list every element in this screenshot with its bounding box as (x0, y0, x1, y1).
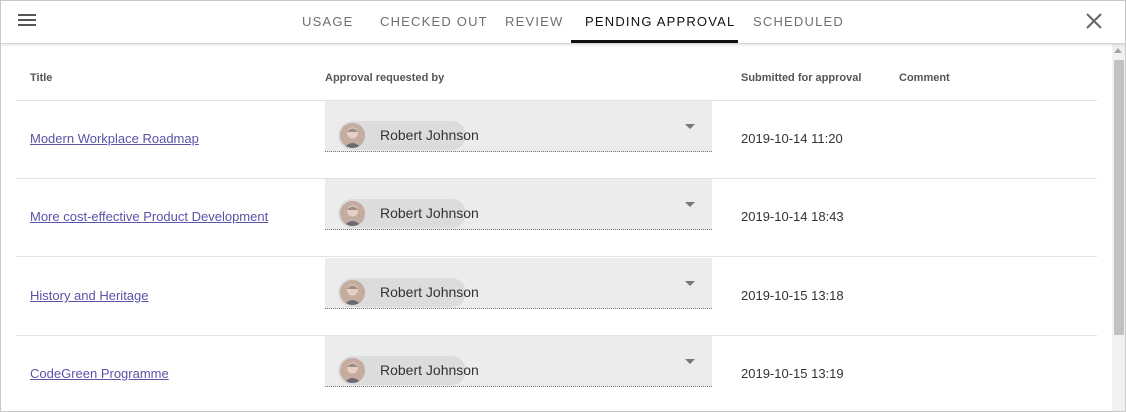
submitted-date: 2019-10-15 13:19 (741, 366, 844, 381)
user-name: Robert Johnson (380, 284, 479, 300)
tab-scheduled[interactable]: SCHEDULED (753, 1, 844, 42)
row-divider (16, 256, 1097, 257)
pending-approval-panel: USAGE CHECKED OUT REVIEW PENDING APPROVA… (0, 0, 1126, 412)
item-title-link[interactable]: Modern Workplace Roadmap (30, 131, 199, 146)
active-tab-indicator (571, 40, 738, 43)
chevron-down-icon (685, 124, 695, 129)
submitted-date: 2019-10-15 13:18 (741, 288, 844, 303)
avatar (340, 201, 365, 226)
user-name: Robert Johnson (380, 362, 479, 378)
user-name: Robert Johnson (380, 127, 479, 143)
close-icon[interactable] (1085, 12, 1103, 30)
chevron-down-icon (685, 281, 695, 286)
scroll-up-icon[interactable] (1114, 48, 1122, 53)
item-title-link[interactable]: CodeGreen Programme (30, 366, 169, 381)
tab-header: USAGE CHECKED OUT REVIEW PENDING APPROVA… (1, 1, 1125, 44)
tab-checked-out[interactable]: CHECKED OUT (380, 1, 488, 42)
chevron-down-icon (685, 359, 695, 364)
tab-review[interactable]: REVIEW (505, 1, 563, 42)
requester-select[interactable]: Robert Johnson (325, 336, 712, 387)
column-header-submitted: Submitted for approval (741, 72, 862, 84)
hamburger-menu-icon[interactable] (18, 13, 36, 27)
chevron-down-icon (685, 202, 695, 207)
avatar (340, 358, 365, 383)
user-name: Robert Johnson (380, 205, 479, 221)
user-chip: Robert Johnson (338, 121, 479, 150)
tab-usage[interactable]: USAGE (302, 1, 354, 42)
avatar (340, 280, 365, 305)
user-chip: Robert Johnson (338, 356, 479, 385)
item-title-link[interactable]: History and Heritage (30, 288, 149, 303)
submitted-date: 2019-10-14 18:43 (741, 209, 844, 224)
requester-select[interactable]: Robert Johnson (325, 179, 712, 230)
column-header-title: Title (30, 72, 53, 84)
user-chip: Robert Johnson (338, 278, 479, 307)
avatar (340, 123, 365, 148)
requester-select[interactable]: Robert Johnson (325, 258, 712, 309)
user-chip: Robert Johnson (338, 199, 479, 228)
submitted-date: 2019-10-14 11:20 (741, 131, 843, 146)
requester-select[interactable]: Robert Johnson (325, 101, 712, 152)
scrollbar-thumb[interactable] (1114, 60, 1124, 335)
column-header-requested-by: Approval requested by (325, 72, 445, 84)
item-title-link[interactable]: More cost-effective Product Development (30, 209, 268, 224)
tab-pending-approval[interactable]: PENDING APPROVAL (585, 1, 735, 42)
column-header-comment: Comment (899, 72, 950, 84)
